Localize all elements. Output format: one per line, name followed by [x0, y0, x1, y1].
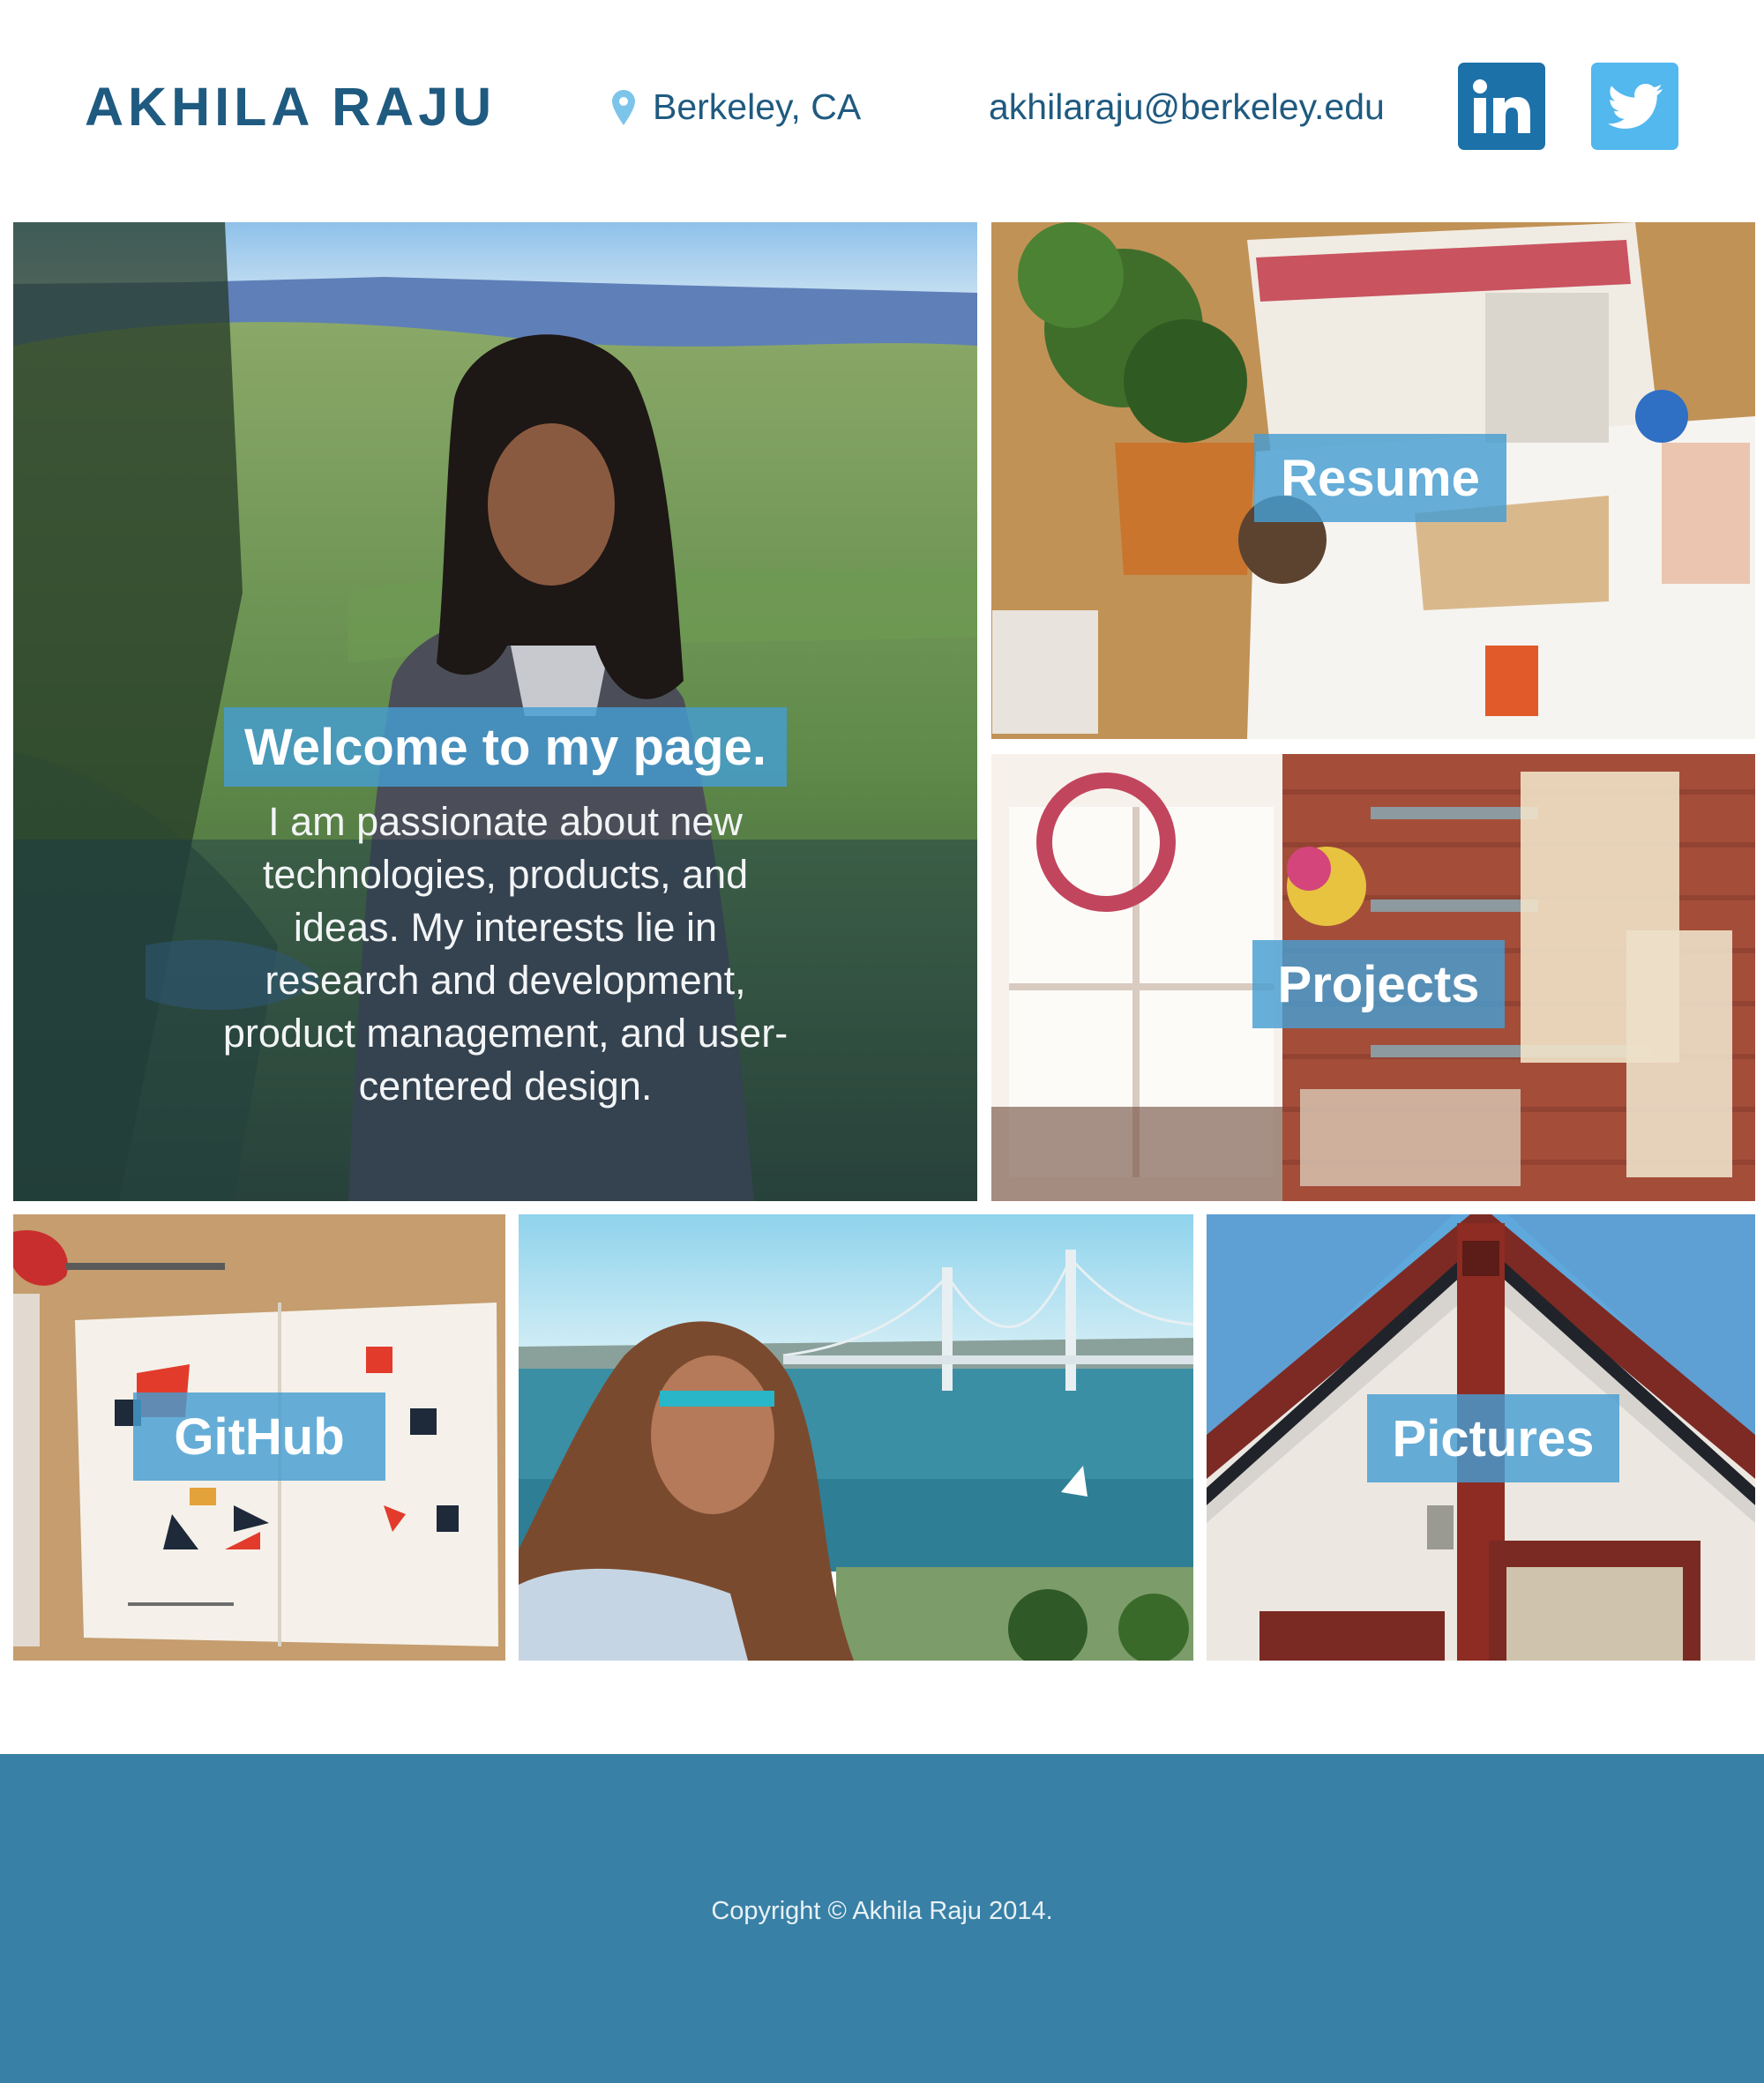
twitter-link[interactable] — [1591, 63, 1678, 150]
bridge-photo — [519, 1214, 1193, 1661]
site-header: AKHILA RAJU Berkeley, CA akhilaraju@berk… — [0, 0, 1764, 220]
bridge-photo-tile — [519, 1214, 1193, 1661]
copyright-text: Copyright © Akhila Raju 2014. — [711, 1897, 1053, 1925]
welcome-title: Welcome to my page. — [224, 707, 787, 787]
welcome-text: I am passionate about new technologies, … — [222, 799, 789, 1109]
pictures-label[interactable]: Pictures — [1367, 1394, 1619, 1482]
site-brand[interactable]: AKHILA RAJU — [85, 76, 496, 138]
resume-label[interactable]: Resume — [1254, 434, 1506, 522]
projects-tile[interactable]: Projects — [991, 754, 1755, 1201]
github-label[interactable]: GitHub — [133, 1392, 385, 1481]
twitter-icon — [1607, 83, 1663, 129]
linkedin-link[interactable] — [1458, 63, 1545, 150]
resume-tile[interactable]: Resume — [991, 222, 1755, 739]
github-tile[interactable]: GitHub — [13, 1214, 505, 1661]
pictures-tile[interactable]: Pictures — [1207, 1214, 1755, 1661]
projects-label[interactable]: Projects — [1252, 940, 1505, 1028]
location: Berkeley, CA — [612, 86, 861, 128]
email-link[interactable]: akhilaraju@berkeley.edu — [989, 86, 1385, 128]
location-text: Berkeley, CA — [653, 86, 862, 127]
map-pin-icon — [612, 89, 635, 125]
linkedin-icon — [1472, 78, 1530, 133]
